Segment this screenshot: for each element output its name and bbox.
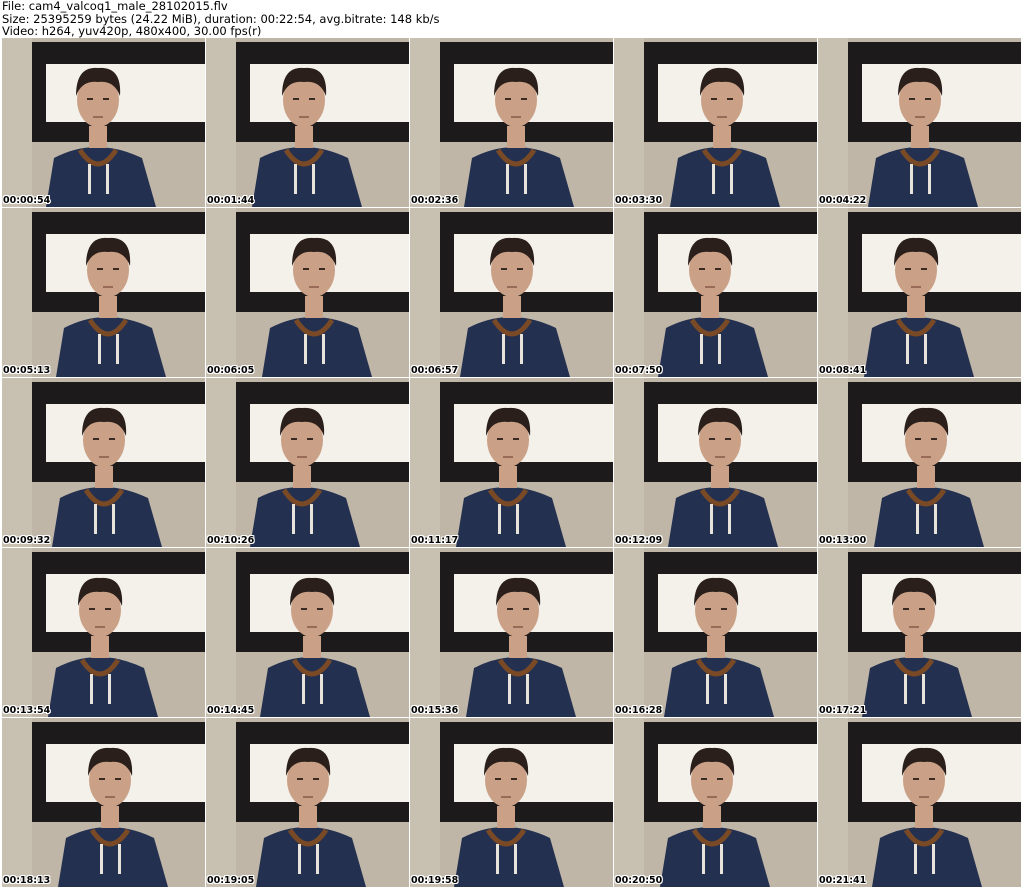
video-frame-thumbnail: 00:09:32 (2, 378, 205, 547)
frame-timestamp: 00:20:50 (615, 875, 663, 886)
frame-timestamp: 00:06:05 (207, 365, 255, 376)
file-name-line: File: cam4_valcoq1_male_28102015.flv (2, 0, 228, 13)
frame-image (206, 718, 409, 887)
video-frame-thumbnail: 00:16:28 (614, 548, 817, 717)
video-frame-thumbnail: 00:02:36 (410, 38, 613, 207)
frame-timestamp: 00:21:41 (819, 875, 867, 886)
frame-image (818, 718, 1021, 887)
frame-image (2, 718, 205, 887)
video-frame-thumbnail: 00:18:13 (2, 718, 205, 887)
frame-image (614, 718, 817, 887)
frame-timestamp: 00:19:58 (411, 875, 459, 886)
frame-image (206, 38, 409, 207)
frame-image (818, 378, 1021, 547)
frame-timestamp: 00:04:22 (819, 195, 867, 206)
frame-image (614, 378, 817, 547)
frame-timestamp: 00:09:32 (3, 535, 51, 546)
frame-timestamp: 00:12:09 (615, 535, 663, 546)
frame-image (818, 208, 1021, 377)
video-frame-thumbnail: 00:06:05 (206, 208, 409, 377)
frame-timestamp: 00:18:13 (3, 875, 51, 886)
frame-timestamp: 00:06:57 (411, 365, 459, 376)
frame-image (2, 378, 205, 547)
frame-image (614, 38, 817, 207)
video-info-line: Video: h264, yuv420p, 480x400, 30.00 fps… (2, 24, 262, 39)
video-frame-thumbnail: 00:19:05 (206, 718, 409, 887)
frame-timestamp: 00:14:45 (207, 705, 255, 716)
video-frame-thumbnail: 00:14:45 (206, 548, 409, 717)
video-frame-thumbnail: 00:12:09 (614, 378, 817, 547)
frame-image (410, 208, 613, 377)
frame-image (410, 548, 613, 717)
frame-timestamp: 00:19:05 (207, 875, 255, 886)
frame-image (614, 208, 817, 377)
video-frame-thumbnail: 00:05:13 (2, 208, 205, 377)
frame-timestamp: 00:07:50 (615, 365, 663, 376)
video-frame-thumbnail: 00:20:50 (614, 718, 817, 887)
frame-image (206, 208, 409, 377)
frame-timestamp: 00:10:26 (207, 535, 255, 546)
frame-timestamp: 00:13:54 (3, 705, 51, 716)
frame-image (206, 548, 409, 717)
frame-timestamp: 00:17:21 (819, 705, 867, 716)
video-frame-thumbnail: 00:11:17 (410, 378, 613, 547)
frame-image (410, 38, 613, 207)
frame-timestamp: 00:03:30 (615, 195, 663, 206)
frame-timestamp: 00:02:36 (411, 195, 459, 206)
frame-timestamp: 00:15:36 (411, 705, 459, 716)
video-frame-thumbnail: 00:01:44 (206, 38, 409, 207)
video-frame-thumbnail: 00:15:36 (410, 548, 613, 717)
frame-image (410, 378, 613, 547)
frame-timestamp: 00:05:13 (3, 365, 51, 376)
video-frame-thumbnail: 00:04:22 (818, 38, 1021, 207)
video-frame-thumbnail: 00:06:57 (410, 208, 613, 377)
video-frame-thumbnail: 00:03:30 (614, 38, 817, 207)
frame-image (2, 548, 205, 717)
video-frame-thumbnail: 00:10:26 (206, 378, 409, 547)
frame-image (410, 718, 613, 887)
video-frame-thumbnail: 00:21:41 (818, 718, 1021, 887)
frame-timestamp: 00:13:00 (819, 535, 867, 546)
video-frame-thumbnail: 00:00:54 (2, 38, 205, 207)
video-frame-thumbnail: 00:13:00 (818, 378, 1021, 547)
file-info-header: File: cam4_valcoq1_male_28102015.flv Siz… (2, 0, 1022, 38)
frame-timestamp: 00:16:28 (615, 705, 663, 716)
thumbnail-grid: 00:00:54 00:01:44 00:02:36 00:03:30 00:04:22… (2, 38, 1022, 888)
video-frame-thumbnail: 00:13:54 (2, 548, 205, 717)
video-frame-thumbnail: 00:07:50 (614, 208, 817, 377)
frame-timestamp: 00:01:44 (207, 195, 255, 206)
video-frame-thumbnail: 00:17:21 (818, 548, 1021, 717)
frame-timestamp: 00:08:41 (819, 365, 867, 376)
frame-timestamp: 00:00:54 (3, 195, 51, 206)
frame-image (2, 208, 205, 377)
video-frame-thumbnail: 00:19:58 (410, 718, 613, 887)
frame-image (206, 378, 409, 547)
frame-image (614, 548, 817, 717)
frame-timestamp: 00:11:17 (411, 535, 459, 546)
video-frame-thumbnail: 00:08:41 (818, 208, 1021, 377)
frame-image (2, 38, 205, 207)
frame-image (818, 38, 1021, 207)
frame-image (818, 548, 1021, 717)
